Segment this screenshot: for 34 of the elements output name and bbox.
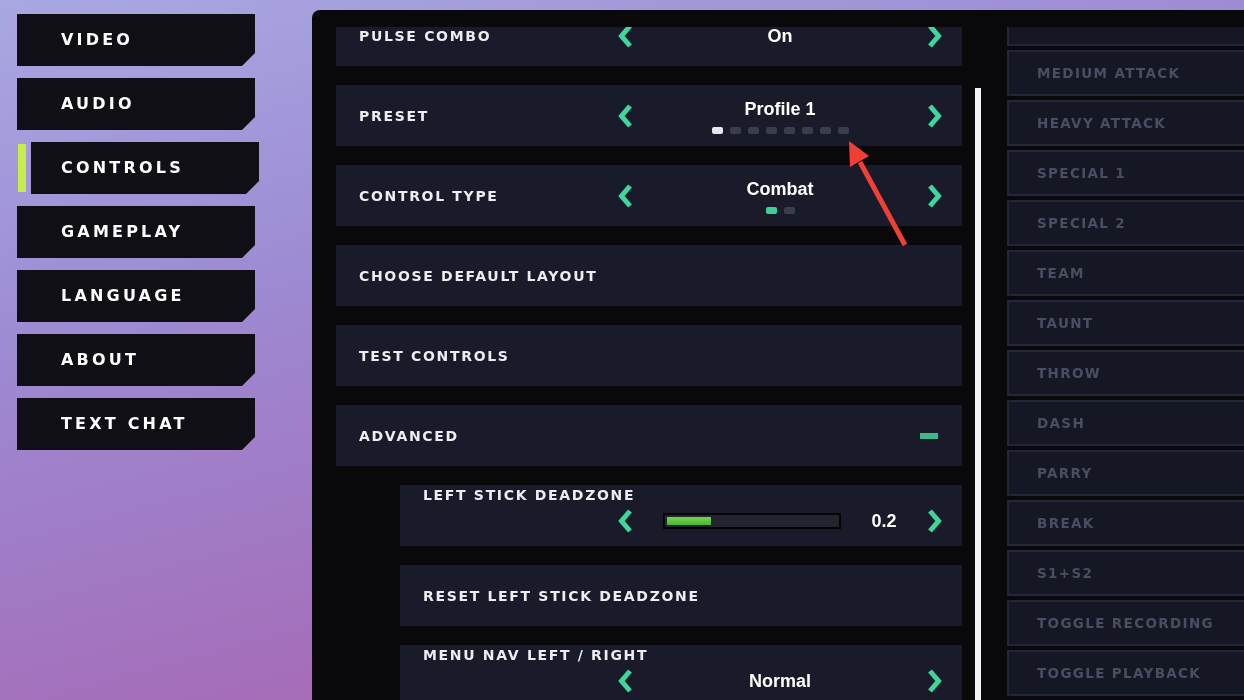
active-indicator [18,144,26,192]
setting-value: 0.2 [870,510,898,532]
nav-tab[interactable]: TEXT CHAT [17,398,255,450]
setting-value: Profile 1 [744,97,816,120]
nav-tab[interactable]: AUDIO [17,78,255,130]
nav-tab[interactable]: ABOUT [17,334,255,386]
nav-tab[interactable]: VIDEO [17,14,255,66]
chevron-right-icon[interactable] [927,509,943,533]
settings-button[interactable]: TEST CONTROLS [336,325,962,386]
chevron-right-icon[interactable] [927,103,943,128]
chevron-left-icon[interactable] [617,669,633,693]
chevron-left-icon[interactable] [617,183,633,208]
section-toggle[interactable]: ADVANCED [336,405,962,466]
setting-value: On [767,27,793,47]
settings-button[interactable]: RESET LEFT STICK DEADZONE [400,565,962,626]
chevron-left-icon[interactable] [617,509,633,533]
nav-tab[interactable]: LANGUAGE [17,270,255,322]
setting-label: LEFT STICK DEADZONE [423,487,636,503]
setting-label: MENU NAV LEFT / RIGHT [423,647,649,663]
chevron-right-icon[interactable] [927,183,943,208]
chevron-right-icon[interactable] [927,27,943,48]
chevron-right-icon[interactable] [927,669,943,693]
setting-label: PULSE COMBO [359,27,492,44]
setting-label: CONTROL TYPE [359,187,499,204]
nav-tab[interactable]: CONTROLS [31,142,259,194]
setting-value: Normal [749,670,811,692]
chevron-left-icon[interactable] [617,27,633,48]
slider-track[interactable] [663,513,841,529]
settings-button[interactable]: CHOOSE DEFAULT LAYOUT [336,245,962,306]
nav-tab[interactable]: GAMEPLAY [17,206,255,258]
chevron-left-icon[interactable] [617,103,633,128]
setting-label: PRESET [359,107,429,124]
setting-value: Combat [746,177,814,200]
scrollbar-thumb[interactable] [975,88,981,700]
